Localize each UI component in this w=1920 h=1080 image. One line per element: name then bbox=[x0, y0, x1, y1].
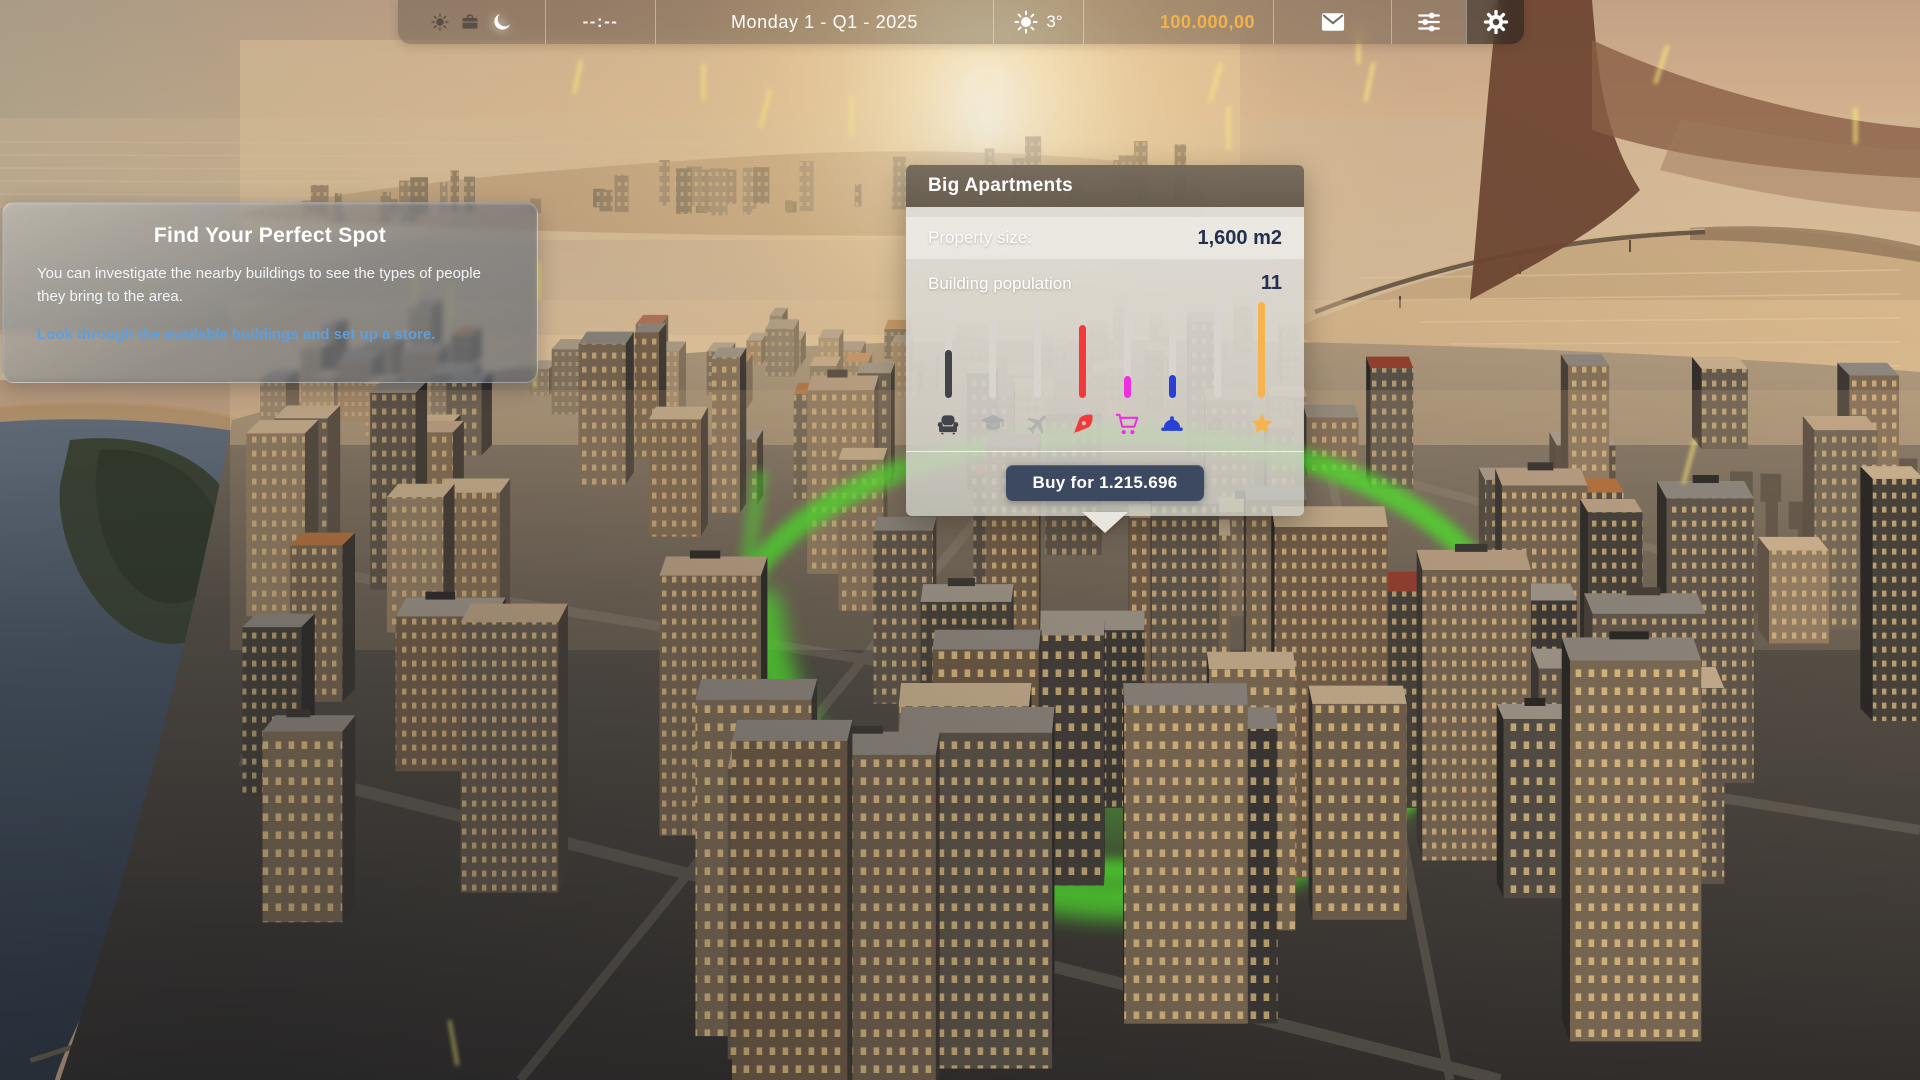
buy-row: Buy for 1.215.696 bbox=[906, 452, 1304, 504]
tutorial-title: Find Your Perfect Spot bbox=[37, 224, 503, 248]
tutorial-cta: Look through the available buildings and… bbox=[37, 324, 503, 347]
demographic-indicator bbox=[1157, 302, 1187, 437]
clock-display: --:-- bbox=[545, 0, 655, 44]
demographic-track bbox=[1214, 302, 1221, 398]
mail-icon bbox=[1319, 8, 1347, 36]
city-scene bbox=[0, 0, 1920, 1080]
briefcase-icon[interactable] bbox=[460, 12, 480, 32]
gear-icon bbox=[1483, 9, 1509, 35]
demographic-track bbox=[1169, 302, 1176, 398]
demographic-indicator bbox=[1202, 302, 1232, 437]
date-display: Monday 1 - Q1 - 2025 bbox=[655, 0, 993, 44]
popup-pointer-arrow bbox=[1082, 512, 1128, 533]
demographic-fill bbox=[1124, 376, 1131, 398]
date-value: Monday 1 - Q1 - 2025 bbox=[731, 12, 918, 33]
demographic-indicator bbox=[978, 302, 1008, 437]
sun-icon[interactable] bbox=[431, 13, 449, 31]
popup-header: Big Apartments bbox=[906, 165, 1304, 207]
sliders-icon bbox=[1416, 9, 1442, 35]
demographic-track bbox=[945, 302, 952, 398]
demographic-track bbox=[989, 302, 996, 398]
star-icon bbox=[1249, 411, 1275, 437]
property-size-label: Property size: bbox=[928, 228, 1032, 248]
weather-sun-icon bbox=[1014, 10, 1038, 34]
demographic-indicator bbox=[933, 302, 963, 437]
graduation-cap-icon bbox=[980, 411, 1006, 437]
gear-menu-button[interactable] bbox=[1466, 0, 1524, 44]
unknown-icon bbox=[1204, 411, 1230, 437]
popup-title: Big Apartments bbox=[928, 175, 1073, 197]
demographic-indicator bbox=[1068, 302, 1098, 437]
demographic-fill bbox=[1079, 325, 1086, 398]
demographic-indicator bbox=[1023, 302, 1053, 437]
property-size-row: Property size: 1,600 m2 bbox=[906, 217, 1304, 259]
top-hud-bar: --:-- Monday 1 - Q1 - 2025 3° 100.000,00 bbox=[398, 0, 1524, 44]
buy-button[interactable]: Buy for 1.215.696 bbox=[1006, 465, 1205, 501]
popup-body: Property size: 1,600 m2 Building populat… bbox=[906, 207, 1304, 516]
money-value: 100.000,00 bbox=[1160, 12, 1255, 33]
cart-icon bbox=[1114, 411, 1140, 437]
demographic-fill bbox=[945, 350, 952, 398]
weather-display: 3° bbox=[993, 0, 1083, 44]
game-viewport: --:-- Monday 1 - Q1 - 2025 3° 100.000,00… bbox=[0, 0, 1920, 1080]
demographic-indicator bbox=[1112, 302, 1142, 437]
demographic-fill bbox=[1258, 302, 1265, 398]
building-popup: Big Apartments Property size: 1,600 m2 B… bbox=[906, 165, 1304, 516]
population-label: Building population bbox=[928, 274, 1072, 294]
demographic-fill bbox=[1169, 375, 1176, 398]
demographic-track bbox=[1079, 302, 1086, 398]
hardhat-icon bbox=[1159, 411, 1185, 437]
time-speed-controls bbox=[398, 0, 545, 44]
pen-icon bbox=[1070, 411, 1096, 437]
population-value: 11 bbox=[1261, 272, 1282, 295]
population-row: Building population 11 bbox=[906, 272, 1304, 295]
money-display: 100.000,00 bbox=[1083, 0, 1273, 44]
tutorial-body: You can investigate the nearby buildings… bbox=[37, 263, 503, 308]
armchair-icon bbox=[935, 411, 961, 437]
moon-icon[interactable] bbox=[491, 11, 513, 33]
demographic-track bbox=[1034, 302, 1041, 398]
clock-value: --:-- bbox=[583, 12, 619, 32]
settings-sliders-button[interactable] bbox=[1391, 0, 1466, 44]
demographic-track bbox=[1124, 302, 1131, 398]
demographic-indicator bbox=[1247, 302, 1277, 437]
demographic-track bbox=[1258, 302, 1265, 398]
demographics-bars bbox=[906, 302, 1304, 437]
mail-button[interactable] bbox=[1273, 0, 1391, 44]
property-size-value: 1,600 m2 bbox=[1197, 227, 1282, 250]
plane-icon bbox=[1025, 411, 1051, 437]
tutorial-panel: Find Your Perfect Spot You can investiga… bbox=[2, 202, 538, 383]
temperature-value: 3° bbox=[1046, 12, 1062, 32]
